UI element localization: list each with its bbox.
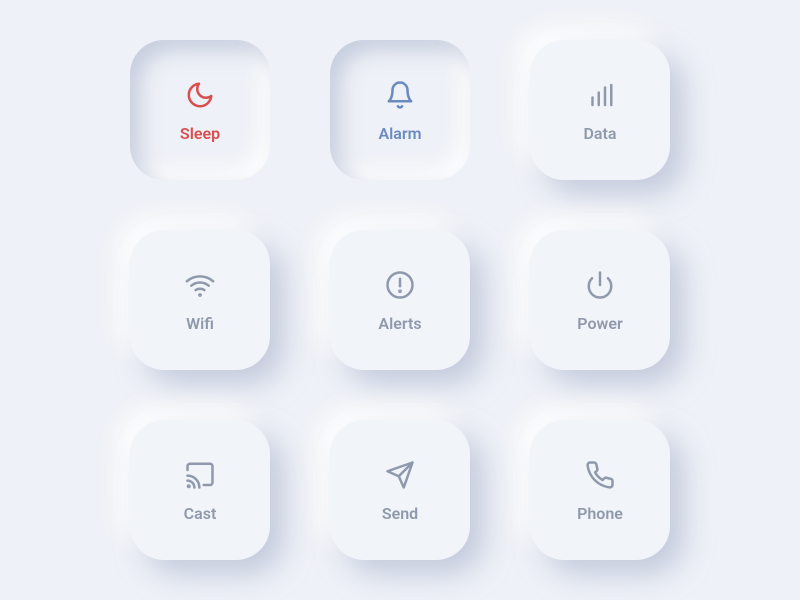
power-label: Power [577,314,622,333]
data-label: Data [584,124,617,143]
moon-icon [183,78,217,112]
send-button[interactable]: Send [330,420,470,560]
bell-icon [383,78,417,112]
phone-button[interactable]: Phone [530,420,670,560]
alert-icon [383,268,417,302]
bars-icon [583,78,617,112]
wifi-icon [183,268,217,302]
data-button[interactable]: Data [530,40,670,180]
sleep-label: Sleep [180,124,220,143]
alarm-button[interactable]: Alarm [330,40,470,180]
alerts-label: Alerts [378,314,421,333]
cast-label: Cast [184,504,217,523]
alarm-label: Alarm [378,124,421,143]
send-icon [383,458,417,492]
phone-label: Phone [577,504,623,523]
phone-icon [583,458,617,492]
power-icon [583,268,617,302]
alerts-button[interactable]: Alerts [330,230,470,370]
wifi-label: Wifi [186,314,214,333]
power-button[interactable]: Power [530,230,670,370]
sleep-button[interactable]: Sleep [130,40,270,180]
wifi-button[interactable]: Wifi [130,230,270,370]
cast-button[interactable]: Cast [130,420,270,560]
cast-icon [183,458,217,492]
send-label: Send [382,504,418,523]
control-grid: Sleep Alarm Data Wifi Alerts Power [130,40,670,560]
